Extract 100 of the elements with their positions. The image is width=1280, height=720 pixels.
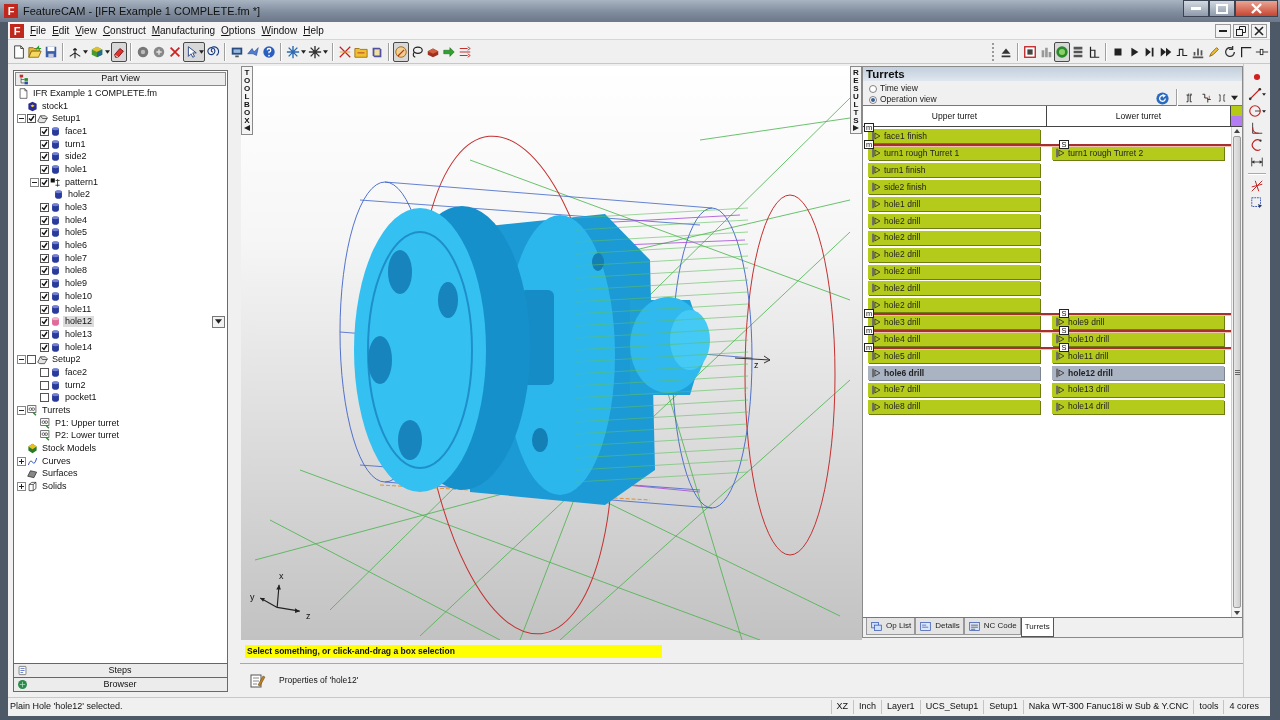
tree-item[interactable]: hole10 <box>63 290 95 302</box>
collapse-icon[interactable] <box>30 177 39 187</box>
tree-item[interactable]: pocket1 <box>63 392 99 404</box>
tree-item[interactable]: hole1 <box>63 163 90 175</box>
panel-tab[interactable]: Op List <box>866 618 916 635</box>
radio-option[interactable]: Time view <box>869 83 918 94</box>
tree-item[interactable]: P1: Upper turret <box>53 417 122 429</box>
operation-item[interactable]: turn1 finish <box>868 163 1040 178</box>
checkbox[interactable] <box>27 114 36 124</box>
menu-item[interactable]: Construct <box>99 23 149 38</box>
tree-item[interactable]: P2: Lower turret <box>53 430 122 442</box>
toolbar-button[interactable] <box>183 41 205 62</box>
operation-item[interactable]: hole2 drill <box>868 298 1040 313</box>
tree-item[interactable]: hole5 <box>63 227 90 239</box>
menu-item[interactable]: Manufacturing <box>148 23 219 38</box>
checkbox[interactable] <box>40 342 49 352</box>
checkbox[interactable] <box>40 241 49 251</box>
expand-icon[interactable] <box>17 456 26 466</box>
checkbox[interactable] <box>40 228 49 238</box>
operation-item[interactable]: hole2 drill <box>868 264 1040 279</box>
radio-button[interactable] <box>869 95 877 104</box>
tree-item[interactable]: Setup2 <box>50 354 83 366</box>
checkbox[interactable] <box>40 139 49 149</box>
tree-item[interactable]: hole4 <box>63 214 90 226</box>
panel-tab[interactable]: Turrets <box>1020 618 1054 637</box>
panel-tab[interactable]: NC Code <box>963 618 1021 635</box>
toolbox-tab[interactable]: TOOLBOX <box>241 66 253 135</box>
radio-option[interactable]: Operation view <box>869 94 937 105</box>
checkbox[interactable] <box>40 253 49 263</box>
checkbox[interactable] <box>40 266 49 276</box>
tree-item[interactable]: Turrets <box>40 405 73 417</box>
results-tab[interactable]: RESULTS <box>850 66 862 134</box>
toolbar-button[interactable] <box>1247 86 1267 102</box>
tree-item[interactable]: turn2 <box>63 379 88 391</box>
checkbox[interactable] <box>40 367 49 377</box>
tree-item[interactable]: IFR Example 1 COMPLETE.fm <box>31 87 160 99</box>
tree-item[interactable]: hole11 <box>63 303 94 315</box>
restore-button[interactable] <box>1233 23 1249 38</box>
tree-item[interactable]: Stock Models <box>40 443 99 455</box>
tree-item[interactable]: side2 <box>63 151 89 163</box>
menu-item[interactable]: View <box>72 23 100 38</box>
panel-tab[interactable]: Browser <box>14 677 227 691</box>
menu-item[interactable]: File <box>27 23 50 38</box>
tree-item[interactable]: turn1 <box>63 138 88 150</box>
checkbox[interactable] <box>40 304 49 314</box>
operation-item[interactable]: hole7 drill <box>868 382 1040 397</box>
collapse-icon[interactable] <box>17 406 26 416</box>
scrollbar-thumb[interactable] <box>1233 136 1241 608</box>
menu-item[interactable]: Help <box>300 23 327 38</box>
checkbox[interactable] <box>40 380 49 390</box>
collapse-icon[interactable] <box>17 355 26 365</box>
tree-item[interactable]: hole13 <box>63 328 95 340</box>
radio-button[interactable] <box>869 84 877 93</box>
tree-item[interactable]: hole2 <box>66 189 93 201</box>
operation-item[interactable]: hole2 drill <box>868 213 1040 228</box>
close-button[interactable] <box>1251 23 1267 38</box>
operation-item[interactable]: hole2 drill <box>868 281 1040 296</box>
tree-item[interactable]: face1 <box>63 125 90 137</box>
tree-item[interactable]: hole8 <box>63 265 90 277</box>
tree-item[interactable]: hole7 <box>63 252 90 264</box>
checkbox[interactable] <box>27 355 36 365</box>
tree-item[interactable]: hole6 <box>63 240 90 252</box>
checkbox[interactable] <box>40 393 49 403</box>
checkbox[interactable] <box>40 317 49 327</box>
tree-item[interactable]: Solids <box>40 481 69 493</box>
checkbox[interactable] <box>40 203 49 213</box>
checkbox[interactable] <box>40 291 49 301</box>
operation-item[interactable]: side2 finish <box>868 180 1040 195</box>
operation-item[interactable]: face1 finish <box>868 129 1040 144</box>
close-button[interactable] <box>1235 0 1278 17</box>
operation-item[interactable]: hole1 drill <box>868 197 1040 211</box>
operation-item[interactable]: hole13 drill <box>1052 382 1224 397</box>
checkbox[interactable] <box>40 126 49 136</box>
toolbar-button[interactable] <box>1054 41 1070 62</box>
tree-item[interactable]: Setup1 <box>50 113 83 125</box>
operation-item[interactable]: hole14 drill <box>1052 399 1224 414</box>
tree-item[interactable]: hole14 <box>63 341 95 353</box>
operation-item[interactable]: hole2 drill <box>868 230 1040 245</box>
checkbox[interactable] <box>40 177 49 187</box>
checkbox[interactable] <box>40 152 49 162</box>
minimize-button[interactable] <box>1183 0 1209 17</box>
checkbox[interactable] <box>40 215 49 225</box>
operation-item[interactable]: hole8 drill <box>868 399 1040 414</box>
maximize-button[interactable] <box>1209 0 1235 17</box>
tree-item[interactable]: hole9 <box>63 278 90 290</box>
minimize-button[interactable] <box>1215 23 1231 38</box>
toolbar-button[interactable] <box>111 41 127 62</box>
expand-icon[interactable] <box>17 482 26 492</box>
checkbox[interactable] <box>40 279 49 289</box>
tree-item[interactable]: Curves <box>40 455 73 467</box>
operation-item[interactable]: hole6 drill <box>868 365 1040 380</box>
menu-item[interactable]: Window <box>258 23 301 38</box>
dropdown-button[interactable] <box>212 315 225 328</box>
panel-tab[interactable]: Details <box>915 618 964 635</box>
menu-item[interactable]: Edit <box>49 23 73 38</box>
viewport[interactable]: x y z z TOOLBOX RESULTS <box>241 66 862 640</box>
checkbox[interactable] <box>40 329 49 339</box>
operation-item[interactable]: hole2 drill <box>868 247 1040 262</box>
toolbar-button[interactable] <box>393 41 409 62</box>
checkbox[interactable] <box>40 164 49 174</box>
